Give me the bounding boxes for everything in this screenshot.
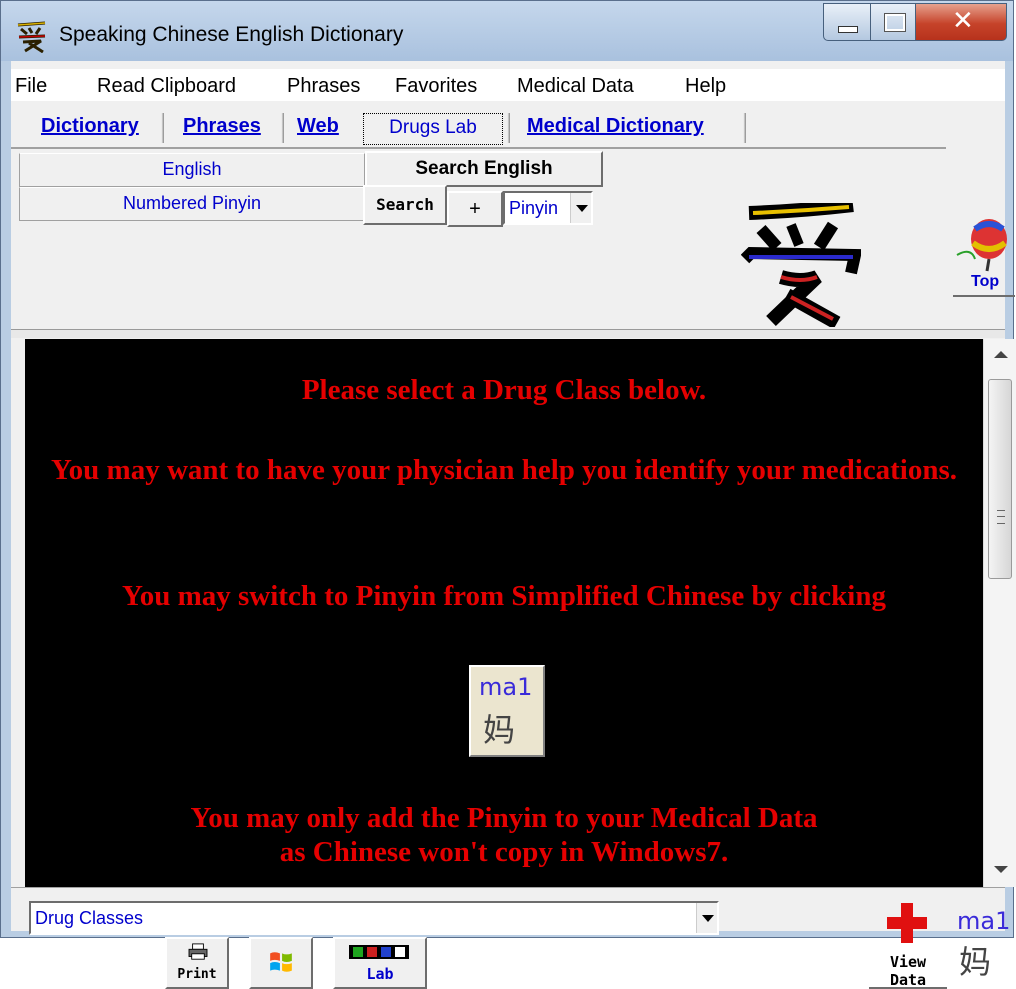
close-icon: ✕ xyxy=(952,6,974,36)
vertical-scrollbar[interactable] xyxy=(983,339,1016,887)
button-border xyxy=(953,295,1015,297)
pinyin-label: ma1 xyxy=(957,907,1011,935)
window-title: Speaking Chinese English Dictionary xyxy=(59,23,404,46)
menu-help[interactable]: Help xyxy=(685,75,726,98)
message-select-drug-class: Please select a Drug Class below. xyxy=(301,374,707,406)
numbered-pinyin-field[interactable]: Numbered Pinyin xyxy=(19,187,365,221)
message-physician-help: You may want to have your physician help… xyxy=(50,454,958,486)
tab-separator xyxy=(507,113,510,143)
english-field[interactable]: English xyxy=(19,153,365,187)
windows-button[interactable] xyxy=(249,937,313,989)
message-windows7: as Chinese won't copy in Windows7. xyxy=(279,836,729,868)
chinese-char-label: 妈 xyxy=(959,944,992,980)
tab-dictionary[interactable]: Dictionary xyxy=(41,115,139,138)
scrollbar-thumb[interactable] xyxy=(988,379,1012,579)
tab-underline xyxy=(11,147,946,149)
menu-file[interactable]: File xyxy=(15,75,47,98)
bottom-separator xyxy=(11,887,1005,888)
tab-drugs-lab[interactable]: Drugs Lab xyxy=(363,113,503,145)
tab-web[interactable]: Web xyxy=(297,115,339,138)
spinning-top-icon xyxy=(956,219,1007,272)
tab-separator xyxy=(161,113,164,143)
pinyin-toggle-button-bottom[interactable]: ma1 妈 xyxy=(949,901,1015,981)
maximize-icon xyxy=(884,13,906,32)
search-button[interactable]: Search xyxy=(363,185,447,225)
menu-phrases[interactable]: Phrases xyxy=(287,75,360,98)
menu-bar: File Read Clipboard Phrases Favorites Me… xyxy=(11,69,1005,101)
chevron-down-icon[interactable] xyxy=(570,193,591,223)
drug-classes-value: Drug Classes xyxy=(35,908,144,928)
message-switch-pinyin: You may switch to Pinyin from Simplified… xyxy=(122,580,886,612)
mode-select[interactable]: Pinyin xyxy=(503,191,593,225)
print-label: Print xyxy=(177,967,217,982)
scroll-down-icon[interactable] xyxy=(994,866,1008,873)
title-bar[interactable]: Speaking Chinese English Dictionary ✕ xyxy=(1,1,1013,61)
test-tubes-icon xyxy=(349,945,409,959)
scroll-up-icon[interactable] xyxy=(994,351,1008,358)
view-data-label: View Data xyxy=(869,953,947,989)
drug-classes-select[interactable]: Drug Classes xyxy=(29,901,719,935)
top-button[interactable]: Top xyxy=(953,211,1015,299)
menu-favorites[interactable]: Favorites xyxy=(395,75,477,98)
splitter[interactable] xyxy=(11,329,1005,338)
client-area: File Read Clipboard Phrases Favorites Me… xyxy=(11,61,1016,989)
tab-separator xyxy=(743,113,746,143)
windows-logo-icon xyxy=(270,952,292,972)
red-cross-icon xyxy=(887,903,927,943)
print-button[interactable]: Print xyxy=(165,937,229,989)
maximize-button[interactable] xyxy=(870,3,916,41)
close-button[interactable]: ✕ xyxy=(915,3,1007,41)
menu-medical-data[interactable]: Medical Data xyxy=(517,75,634,98)
printer-icon xyxy=(188,943,208,960)
tab-phrases[interactable]: Phrases xyxy=(183,115,261,138)
chevron-down-icon[interactable] xyxy=(696,903,717,933)
chinese-char-label: 妈 xyxy=(483,712,516,748)
add-button[interactable]: + xyxy=(447,191,503,227)
minimize-button[interactable] xyxy=(823,3,871,41)
mode-select-value: Pinyin xyxy=(509,198,559,218)
top-button-label: Top xyxy=(971,273,1000,290)
app-window: Speaking Chinese English Dictionary ✕ Fi… xyxy=(0,0,1016,989)
view-data-button[interactable]: View Data xyxy=(869,899,947,989)
tab-strip: Dictionary Phrases Web Medical Dictionar… xyxy=(11,111,1005,151)
lab-label: Lab xyxy=(366,965,394,983)
menu-read-clipboard[interactable]: Read Clipboard xyxy=(97,75,236,98)
view-data-line1: View xyxy=(889,953,927,971)
tab-separator xyxy=(281,113,284,143)
minimize-icon xyxy=(838,26,858,33)
lab-button[interactable]: Lab xyxy=(333,937,427,989)
grip-icon xyxy=(997,510,1005,524)
pinyin-toggle-button[interactable]: ma1 妈 xyxy=(469,665,545,757)
tab-medical-dictionary[interactable]: Medical Dictionary xyxy=(527,115,704,138)
ai-character-icon xyxy=(741,203,861,327)
message-viewer: Please select a Drug Class below. You ma… xyxy=(25,339,983,887)
app-logo-icon xyxy=(17,21,46,53)
message-add-pinyin: You may only add the Pinyin to your Medi… xyxy=(190,802,818,834)
pinyin-label: ma1 xyxy=(479,673,533,701)
search-english-button[interactable]: Search English xyxy=(365,151,603,187)
